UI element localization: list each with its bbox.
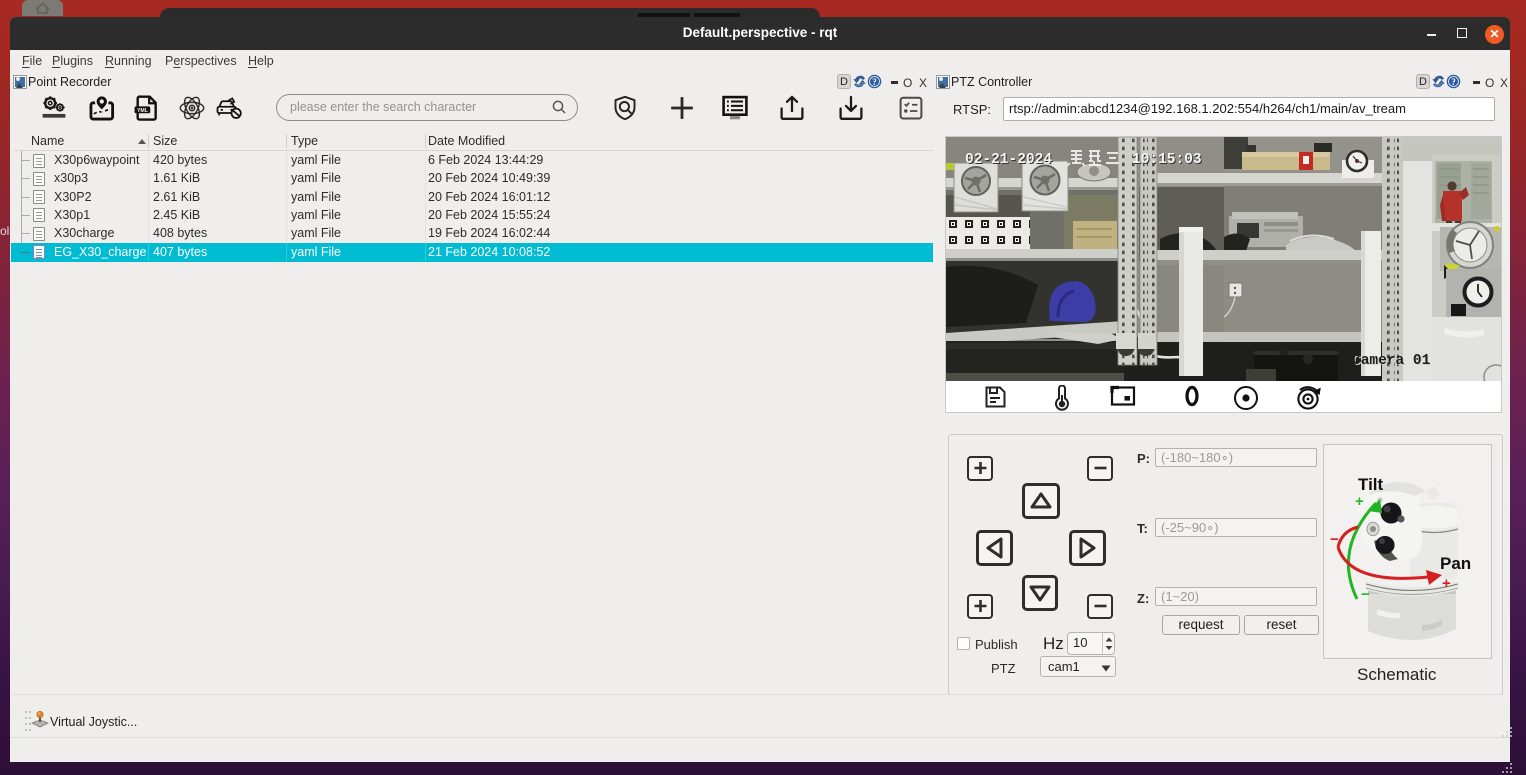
svg-text:?: ? <box>1451 77 1456 87</box>
svg-text:+: + <box>1355 493 1364 510</box>
svg-text:02-21-2024: 02-21-2024 <box>965 152 1052 168</box>
svg-text:Tilt: Tilt <box>1358 475 1384 494</box>
svg-text:10:15:03: 10:15:03 <box>1132 152 1202 168</box>
svg-text:−: − <box>1361 586 1370 603</box>
svg-text:+: + <box>1442 575 1451 592</box>
svg-text:Pan: Pan <box>1440 554 1471 573</box>
svg-text:?: ? <box>872 77 877 87</box>
svg-text:−: − <box>1330 531 1339 548</box>
svg-text:Camera 01: Camera 01 <box>1352 353 1431 369</box>
svg-text:YML: YML <box>137 108 149 114</box>
